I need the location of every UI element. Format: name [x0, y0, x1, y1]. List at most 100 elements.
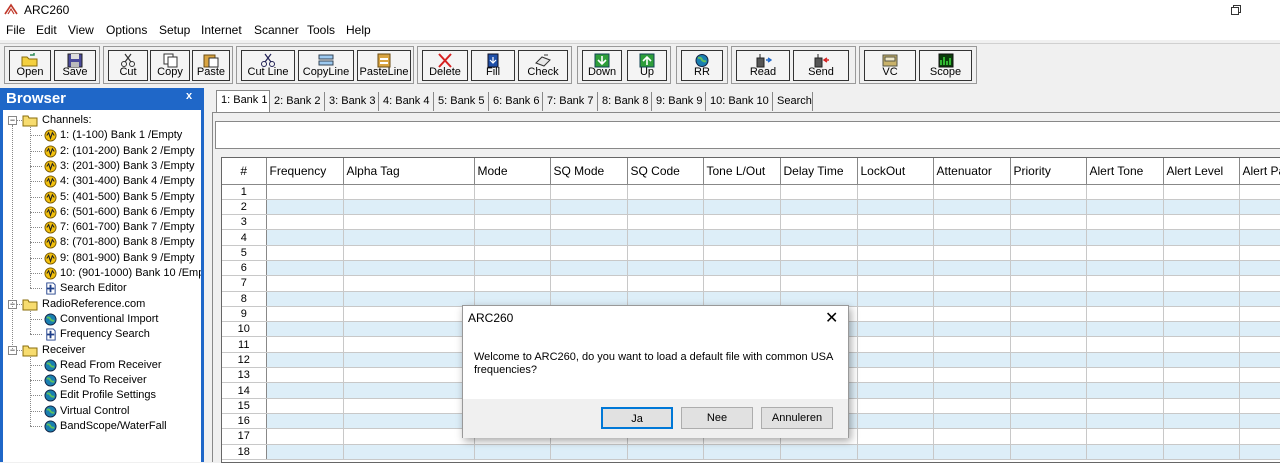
tree-node-globe-13[interactable]: Conventional Import	[3, 312, 201, 327]
grid-cell[interactable]	[550, 444, 628, 460]
tree-node-globe-17[interactable]: Send To Receiver	[3, 373, 201, 388]
grid-cell[interactable]	[857, 352, 934, 369]
grid-cell[interactable]	[1086, 306, 1164, 323]
grid-cell[interactable]	[474, 275, 551, 292]
grid-cell[interactable]	[1239, 413, 1280, 430]
grid-cell[interactable]	[857, 275, 934, 292]
grid-cell[interactable]	[1239, 199, 1280, 216]
grid-cell[interactable]	[266, 306, 344, 323]
fill-button[interactable]: Fill	[471, 50, 515, 81]
grid-cell[interactable]	[1239, 321, 1280, 338]
grid-cell[interactable]	[933, 444, 1011, 460]
grid-cell[interactable]	[474, 229, 551, 246]
grid-cell[interactable]	[550, 275, 628, 292]
tree-node-bank-10[interactable]: 10: (901-1000) Bank 10 /Emp	[3, 266, 201, 281]
grid-cell[interactable]	[1163, 199, 1240, 216]
grid-cell[interactable]	[703, 214, 781, 231]
grid-cell[interactable]	[780, 245, 858, 261]
grid-cell[interactable]	[1239, 336, 1280, 353]
grid-cell[interactable]	[703, 199, 781, 216]
column-header-alpha-tag[interactable]: Alpha Tag	[343, 158, 475, 185]
tree-node-bank-4[interactable]: 4: (301-400) Bank 4 /Empty	[3, 174, 201, 189]
grid-cell[interactable]	[1010, 444, 1087, 460]
grid-cell[interactable]	[1010, 306, 1087, 323]
grid-cell[interactable]	[933, 291, 1011, 307]
column-header-mode[interactable]: Mode	[474, 158, 551, 185]
grid-cell[interactable]	[933, 214, 1011, 231]
tab-bank-8[interactable]: 8: Bank 8	[598, 92, 652, 111]
grid-cell[interactable]	[857, 336, 934, 353]
column-header-sq-code[interactable]: SQ Code	[627, 158, 704, 185]
grid-cell[interactable]	[550, 214, 628, 231]
grid-cell[interactable]	[343, 367, 475, 384]
tree-node-bank-6[interactable]: 6: (501-600) Bank 6 /Empty	[3, 205, 201, 220]
grid-cell[interactable]	[857, 413, 934, 430]
column-header-priority[interactable]: Priority	[1010, 158, 1087, 185]
grid-cell[interactable]	[627, 184, 704, 200]
grid-cell[interactable]	[1239, 184, 1280, 200]
tree-node-globe-20[interactable]: BandScope/WaterFall	[3, 419, 201, 434]
grid-cell[interactable]	[857, 321, 934, 338]
grid-cell[interactable]	[266, 229, 344, 246]
grid-cell[interactable]	[1163, 367, 1240, 384]
grid-cell[interactable]	[343, 184, 475, 200]
grid-cell[interactable]	[1010, 245, 1087, 261]
grid-cell[interactable]	[933, 245, 1011, 261]
menu-tools[interactable]: Tools	[307, 23, 335, 37]
menu-help[interactable]: Help	[346, 23, 371, 37]
up-button[interactable]: Up	[627, 50, 667, 81]
grid-cell[interactable]	[1239, 444, 1280, 460]
grid-cell[interactable]	[266, 321, 344, 338]
grid-cell[interactable]	[1010, 214, 1087, 231]
grid-cell[interactable]	[933, 382, 1011, 399]
grid-cell[interactable]	[343, 382, 475, 399]
grid-cell[interactable]	[1086, 428, 1164, 445]
column-header-attenuator[interactable]: Attenuator	[933, 158, 1011, 185]
grid-cell[interactable]	[266, 275, 344, 292]
grid-cell[interactable]	[1163, 352, 1240, 369]
grid-cell[interactable]	[1239, 428, 1280, 445]
tree-node-globe-16[interactable]: Read From Receiver	[3, 358, 201, 373]
grid-cell[interactable]	[703, 245, 781, 261]
check-button[interactable]: Check	[518, 50, 568, 81]
grid-cell[interactable]	[550, 229, 628, 246]
column-header-tone-l-out[interactable]: Tone L/Out	[703, 158, 781, 185]
tree-node-folder-0[interactable]: − Channels:	[3, 113, 201, 128]
grid-cell[interactable]	[1163, 306, 1240, 323]
column-header-alert-pat[interactable]: Alert Pat	[1239, 158, 1280, 185]
grid-cell[interactable]	[857, 444, 934, 460]
grid-cell[interactable]	[1010, 336, 1087, 353]
grid-cell[interactable]	[933, 398, 1011, 414]
menu-options[interactable]: Options	[106, 23, 147, 37]
tab-bank-6[interactable]: 6: Bank 6	[489, 92, 543, 111]
grid-cell[interactable]	[1010, 229, 1087, 246]
tree-node-search-11[interactable]: Search Editor	[3, 281, 201, 296]
grid-cell[interactable]	[627, 214, 704, 231]
yes-button[interactable]: Ja	[601, 407, 673, 429]
grid-cell[interactable]	[1086, 199, 1164, 216]
grid-cell[interactable]	[1086, 367, 1164, 384]
tree-node-globe-18[interactable]: Edit Profile Settings	[3, 388, 201, 403]
grid-cell[interactable]	[1239, 367, 1280, 384]
grid-cell[interactable]	[343, 336, 475, 353]
grid-cell[interactable]	[780, 260, 858, 277]
grid-cell[interactable]	[474, 245, 551, 261]
tab-bank-2[interactable]: 2: Bank 2	[270, 92, 325, 111]
grid-cell[interactable]	[343, 306, 475, 323]
grid-cell[interactable]	[780, 275, 858, 292]
grid-cell[interactable]	[1163, 444, 1240, 460]
vc-button[interactable]: VC	[864, 50, 916, 81]
grid-cell[interactable]	[1010, 275, 1087, 292]
send-button[interactable]: Send	[793, 50, 849, 81]
tree-expander-icon[interactable]: −	[8, 116, 17, 125]
grid-cell[interactable]	[266, 184, 344, 200]
grid-cell[interactable]	[474, 184, 551, 200]
grid-cell[interactable]	[1086, 291, 1164, 307]
tree-node-search-14[interactable]: Frequency Search	[3, 327, 201, 342]
grid-cell[interactable]	[1163, 336, 1240, 353]
grid-cell[interactable]	[550, 260, 628, 277]
grid-cell[interactable]	[1086, 184, 1164, 200]
grid-cell[interactable]	[550, 245, 628, 261]
grid-cell[interactable]	[627, 199, 704, 216]
grid-cell[interactable]	[1086, 321, 1164, 338]
